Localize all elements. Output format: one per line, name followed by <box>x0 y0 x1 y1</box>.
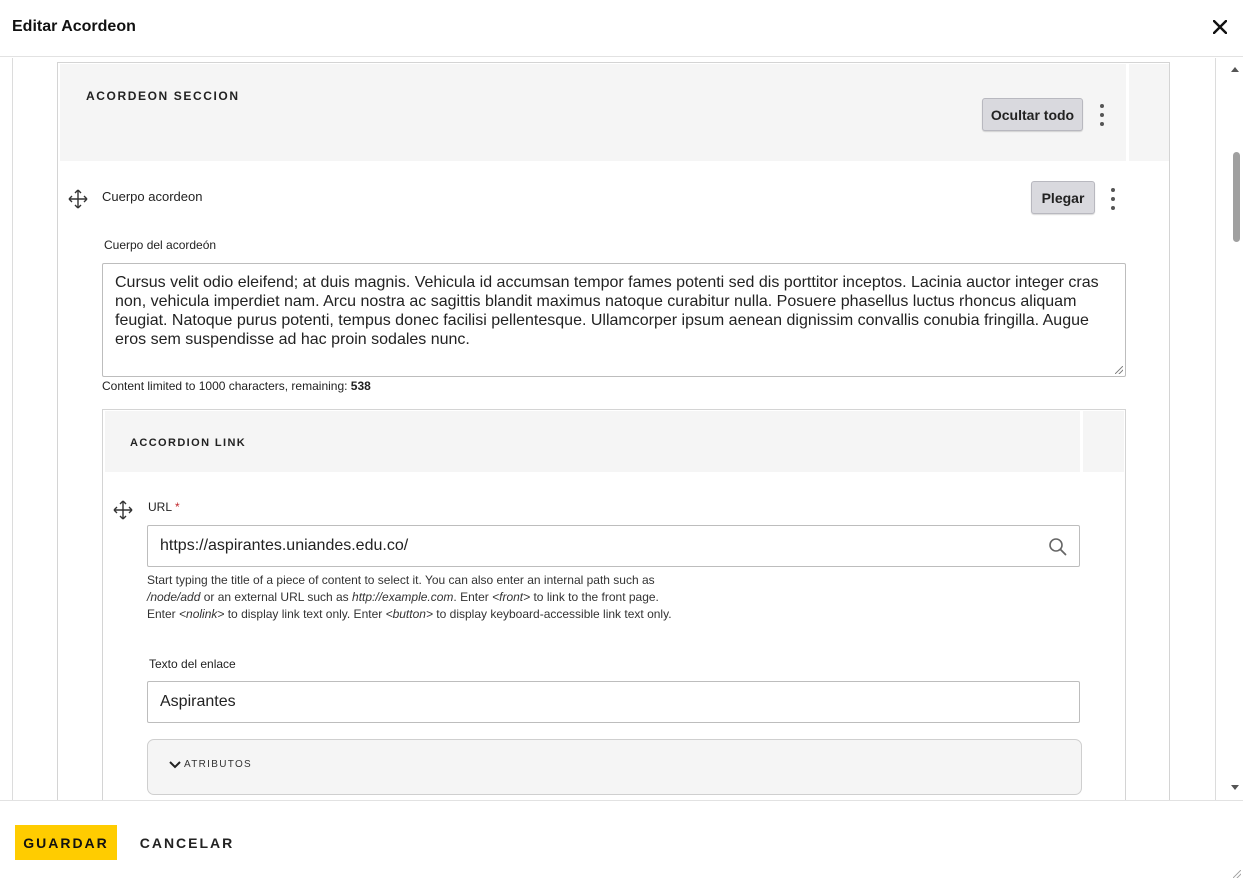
attributes-details[interactable]: ATRIBUTOS <box>147 739 1082 795</box>
url-help-part: or an external URL such as <box>200 590 353 604</box>
dialog-title: Editar Acordeon <box>12 18 136 35</box>
url-help-part: to display keyboard-accessible link text… <box>432 607 672 621</box>
link-text-input[interactable]: Aspirantes <box>147 681 1080 723</box>
body-item-title: Cuerpo acordeon <box>102 189 203 204</box>
url-help-example: http://example.com <box>352 590 454 604</box>
url-help-example: <nolink> <box>179 607 225 621</box>
content-left-border <box>12 58 13 800</box>
section-header: ACORDEON SECCION Ocultar todo <box>60 64 1126 161</box>
link-section-header: ACCORDION LINK <box>105 411 1080 472</box>
char-limit-text: Content limited to 1000 characters, rema… <box>102 378 371 395</box>
dialog-header: Editar Acordeon <box>0 0 1243 57</box>
close-icon <box>1213 20 1227 34</box>
url-help-example: /node/add <box>147 590 201 604</box>
link-drag-handle-icon[interactable] <box>113 500 133 520</box>
scroll-down-arrow-icon[interactable] <box>1231 785 1239 790</box>
dialog-content[interactable]: ACORDEON SECCION Ocultar todo Cuerpo aco… <box>0 58 1243 800</box>
body-item-more-icon[interactable] <box>1108 188 1118 210</box>
scroll-up-arrow-icon[interactable] <box>1231 67 1239 72</box>
collapse-button[interactable]: Plegar <box>1031 181 1095 214</box>
url-help-text: Start typing the title of a piece of con… <box>147 572 677 623</box>
cancel-button[interactable]: CANCELAR <box>137 825 237 860</box>
link-text-value: Aspirantes <box>160 693 236 710</box>
chevron-down-icon <box>169 760 181 768</box>
search-icon <box>1049 538 1067 556</box>
link-section-title: ACCORDION LINK <box>130 437 247 449</box>
body-textarea[interactable]: Cursus velit odio eleifend; at duis magn… <box>102 263 1126 377</box>
content-right-border <box>1215 58 1216 800</box>
scroll-thumb[interactable] <box>1233 152 1240 242</box>
url-input-value: https://aspirantes.uniandes.edu.co/ <box>160 537 409 554</box>
close-button[interactable] <box>1208 15 1232 39</box>
url-help-example: <front> <box>492 590 531 604</box>
section-title: ACORDEON SECCION <box>86 89 240 103</box>
dialog-resize-grip-icon[interactable] <box>1233 870 1241 878</box>
save-button[interactable]: GUARDAR <box>15 825 117 860</box>
resize-grip-icon[interactable] <box>1115 366 1123 374</box>
url-input[interactable]: https://aspirantes.uniandes.edu.co/ <box>147 525 1080 567</box>
attributes-toggle[interactable]: ATRIBUTOS <box>168 759 252 770</box>
attributes-label: ATRIBUTOS <box>184 759 253 770</box>
url-help-part: to display link text only. Enter <box>224 607 386 621</box>
required-mark: * <box>175 500 180 514</box>
section-more-icon[interactable] <box>1097 104 1107 126</box>
section-header-actions-cell <box>1129 64 1169 161</box>
url-help-part: Start typing the title of a piece of con… <box>147 573 655 587</box>
drag-handle-icon[interactable] <box>68 189 88 209</box>
url-help-part: . Enter <box>453 590 493 604</box>
url-label: URL * <box>148 500 180 514</box>
body-field-label: Cuerpo del acordeón <box>104 238 217 252</box>
hide-all-button[interactable]: Ocultar todo <box>982 98 1083 131</box>
char-limit-label: Content limited to 1000 characters, rema… <box>102 379 351 393</box>
url-help-example: <button> <box>385 607 433 621</box>
body-textarea-value: Cursus velit odio eleifend; at duis magn… <box>115 274 1099 348</box>
url-label-text: URL <box>148 500 173 514</box>
link-text-label: Texto del enlace <box>149 657 236 671</box>
scrollbar[interactable] <box>1228 58 1243 800</box>
link-header-actions-cell <box>1083 411 1124 472</box>
dialog-footer: GUARDAR CANCELAR <box>0 800 1243 880</box>
char-limit-remaining: 538 <box>350 379 371 393</box>
